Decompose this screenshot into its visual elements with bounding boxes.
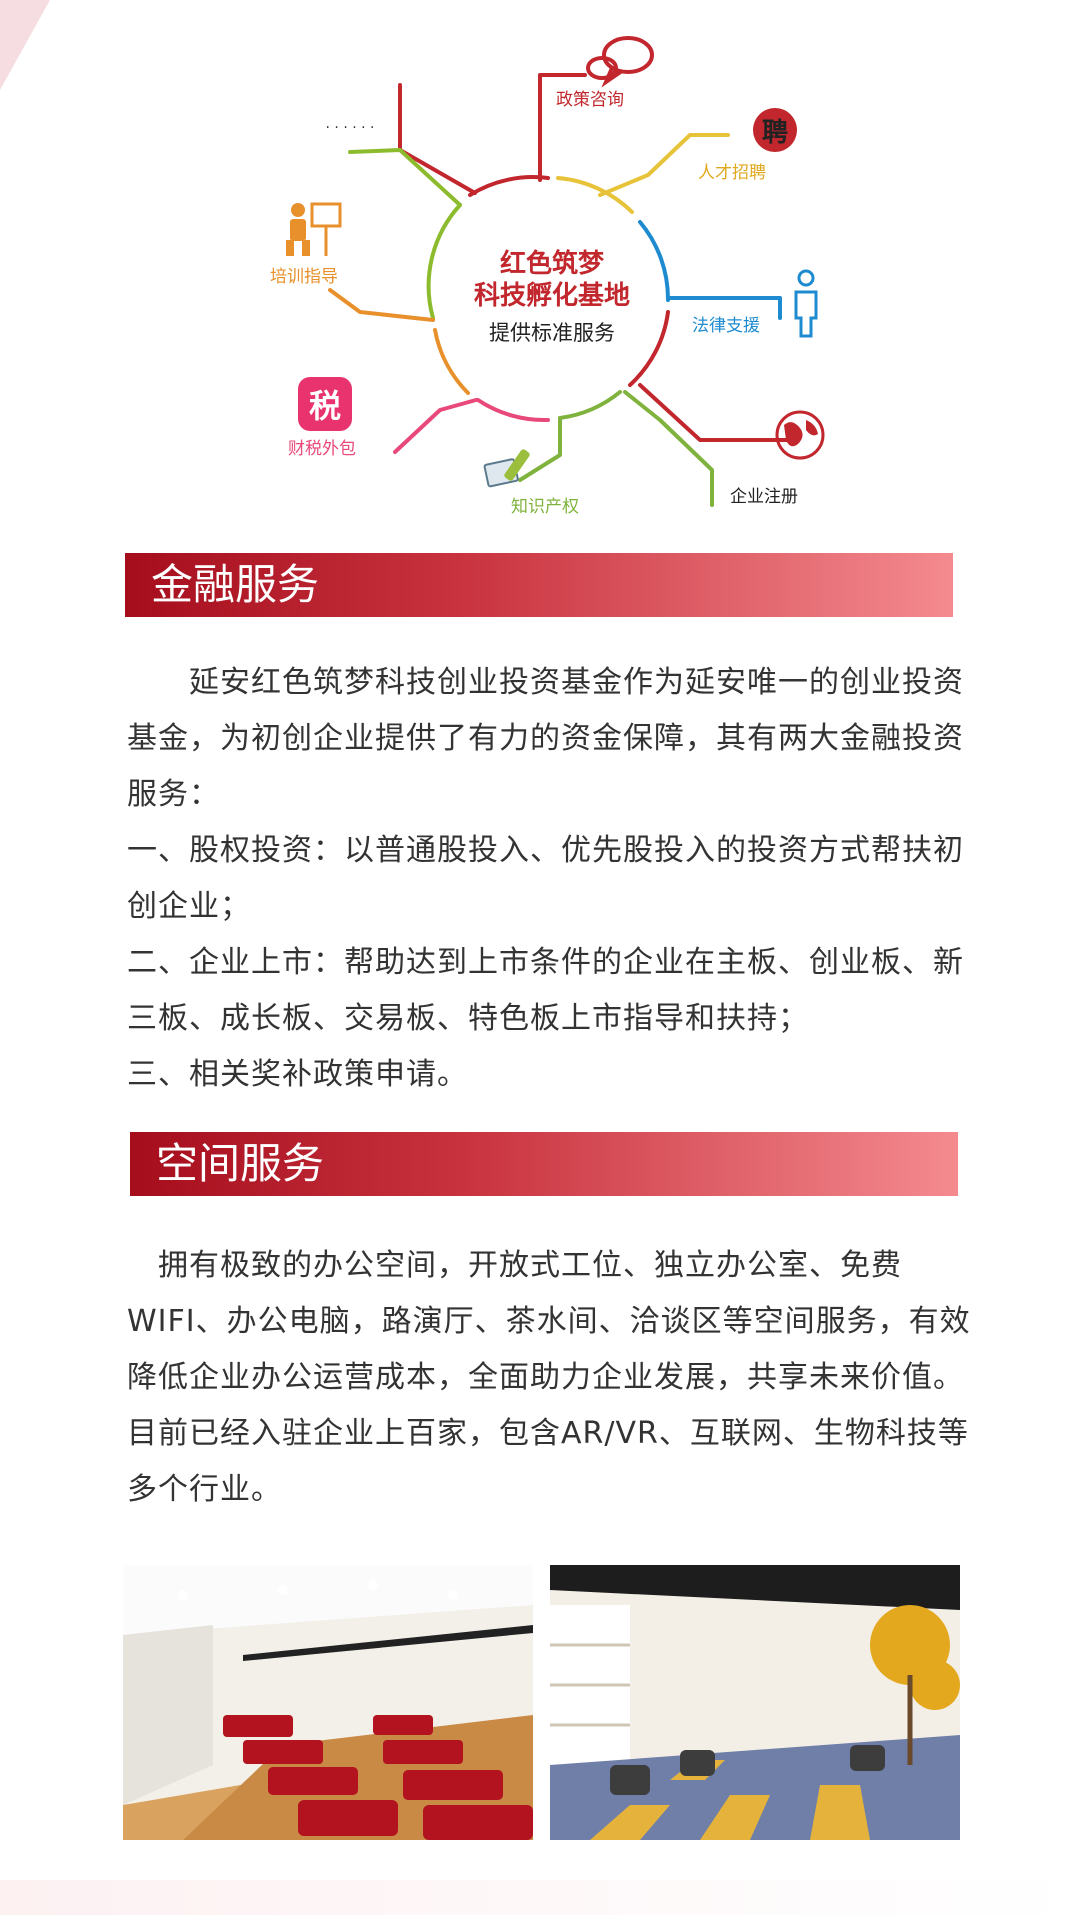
finance-paragraph-subsidy: 三、相关奖补政策申请。 — [127, 1057, 468, 1092]
finance-section-heading: 金融服务 — [125, 553, 953, 617]
finance-section-body: 延安红色筑梦科技创业投资基金作为延安唯一的创业投资基金，为初创企业提供了有力的资… — [127, 655, 977, 1103]
finance-paragraph-listing: 二、企业上市：帮助达到上市条件的企业在主板、创业板、新三板、成长板、交易板、特色… — [127, 945, 964, 1036]
branch-label-ip: 知识产权 — [511, 497, 579, 517]
hub-title-line1: 红色筑梦 — [500, 248, 605, 279]
hub-title-line2: 科技孵化基地 — [474, 280, 630, 311]
speech-bubble-icon — [586, 36, 654, 88]
finance-paragraph-intro: 延安红色筑梦科技创业投资基金作为延安唯一的创业投资基金，为初创企业提供了有力的资… — [127, 665, 964, 812]
person-icon — [794, 269, 818, 338]
lounge-photo — [550, 1565, 960, 1840]
finance-paragraph-equity: 一、股权投资：以普通股投入、优先股投入的投资方式帮扶初创企业； — [127, 833, 964, 924]
document-pen-icon — [483, 449, 530, 488]
talent-badge-text: 聘 — [762, 118, 788, 148]
branch-label-policy: 政策咨询 — [556, 90, 624, 110]
tax-badge-text: 税 — [309, 387, 341, 425]
training-presenter-icon — [286, 202, 342, 256]
bottom-decoration — [0, 1880, 1077, 1915]
space-paragraph: 拥有极致的办公空间，开放式工位、独立办公室、免费WIFI、办公电脑，路演厅、茶水… — [127, 1248, 971, 1507]
branch-label-legal: 法律支援 — [692, 316, 760, 336]
auditorium-photo — [123, 1565, 533, 1840]
tax-badge-icon: 税 — [298, 377, 352, 431]
branch-label-tax: 财税外包 — [288, 439, 356, 459]
globe-icon — [775, 410, 825, 460]
recruit-badge-icon: 聘 — [753, 108, 797, 152]
space-section-body: 拥有极致的办公空间，开放式工位、独立办公室、免费WIFI、办公电脑，路演厅、茶水… — [127, 1238, 977, 1518]
space-section-heading: 空间服务 — [130, 1132, 958, 1196]
service-diagram: 红色筑梦 科技孵化基地 提供标准服务 政策咨询 聘 人才招聘 法律支援 企业注册… — [270, 36, 825, 517]
hub-subtitle: 提供标准服务 — [489, 321, 615, 345]
branch-label-registration: 企业注册 — [730, 487, 798, 507]
branch-label-training: 培训指导 — [270, 267, 338, 287]
branch-label-more: · · · · · · — [326, 120, 375, 136]
branch-label-talent: 人才招聘 — [698, 163, 766, 183]
